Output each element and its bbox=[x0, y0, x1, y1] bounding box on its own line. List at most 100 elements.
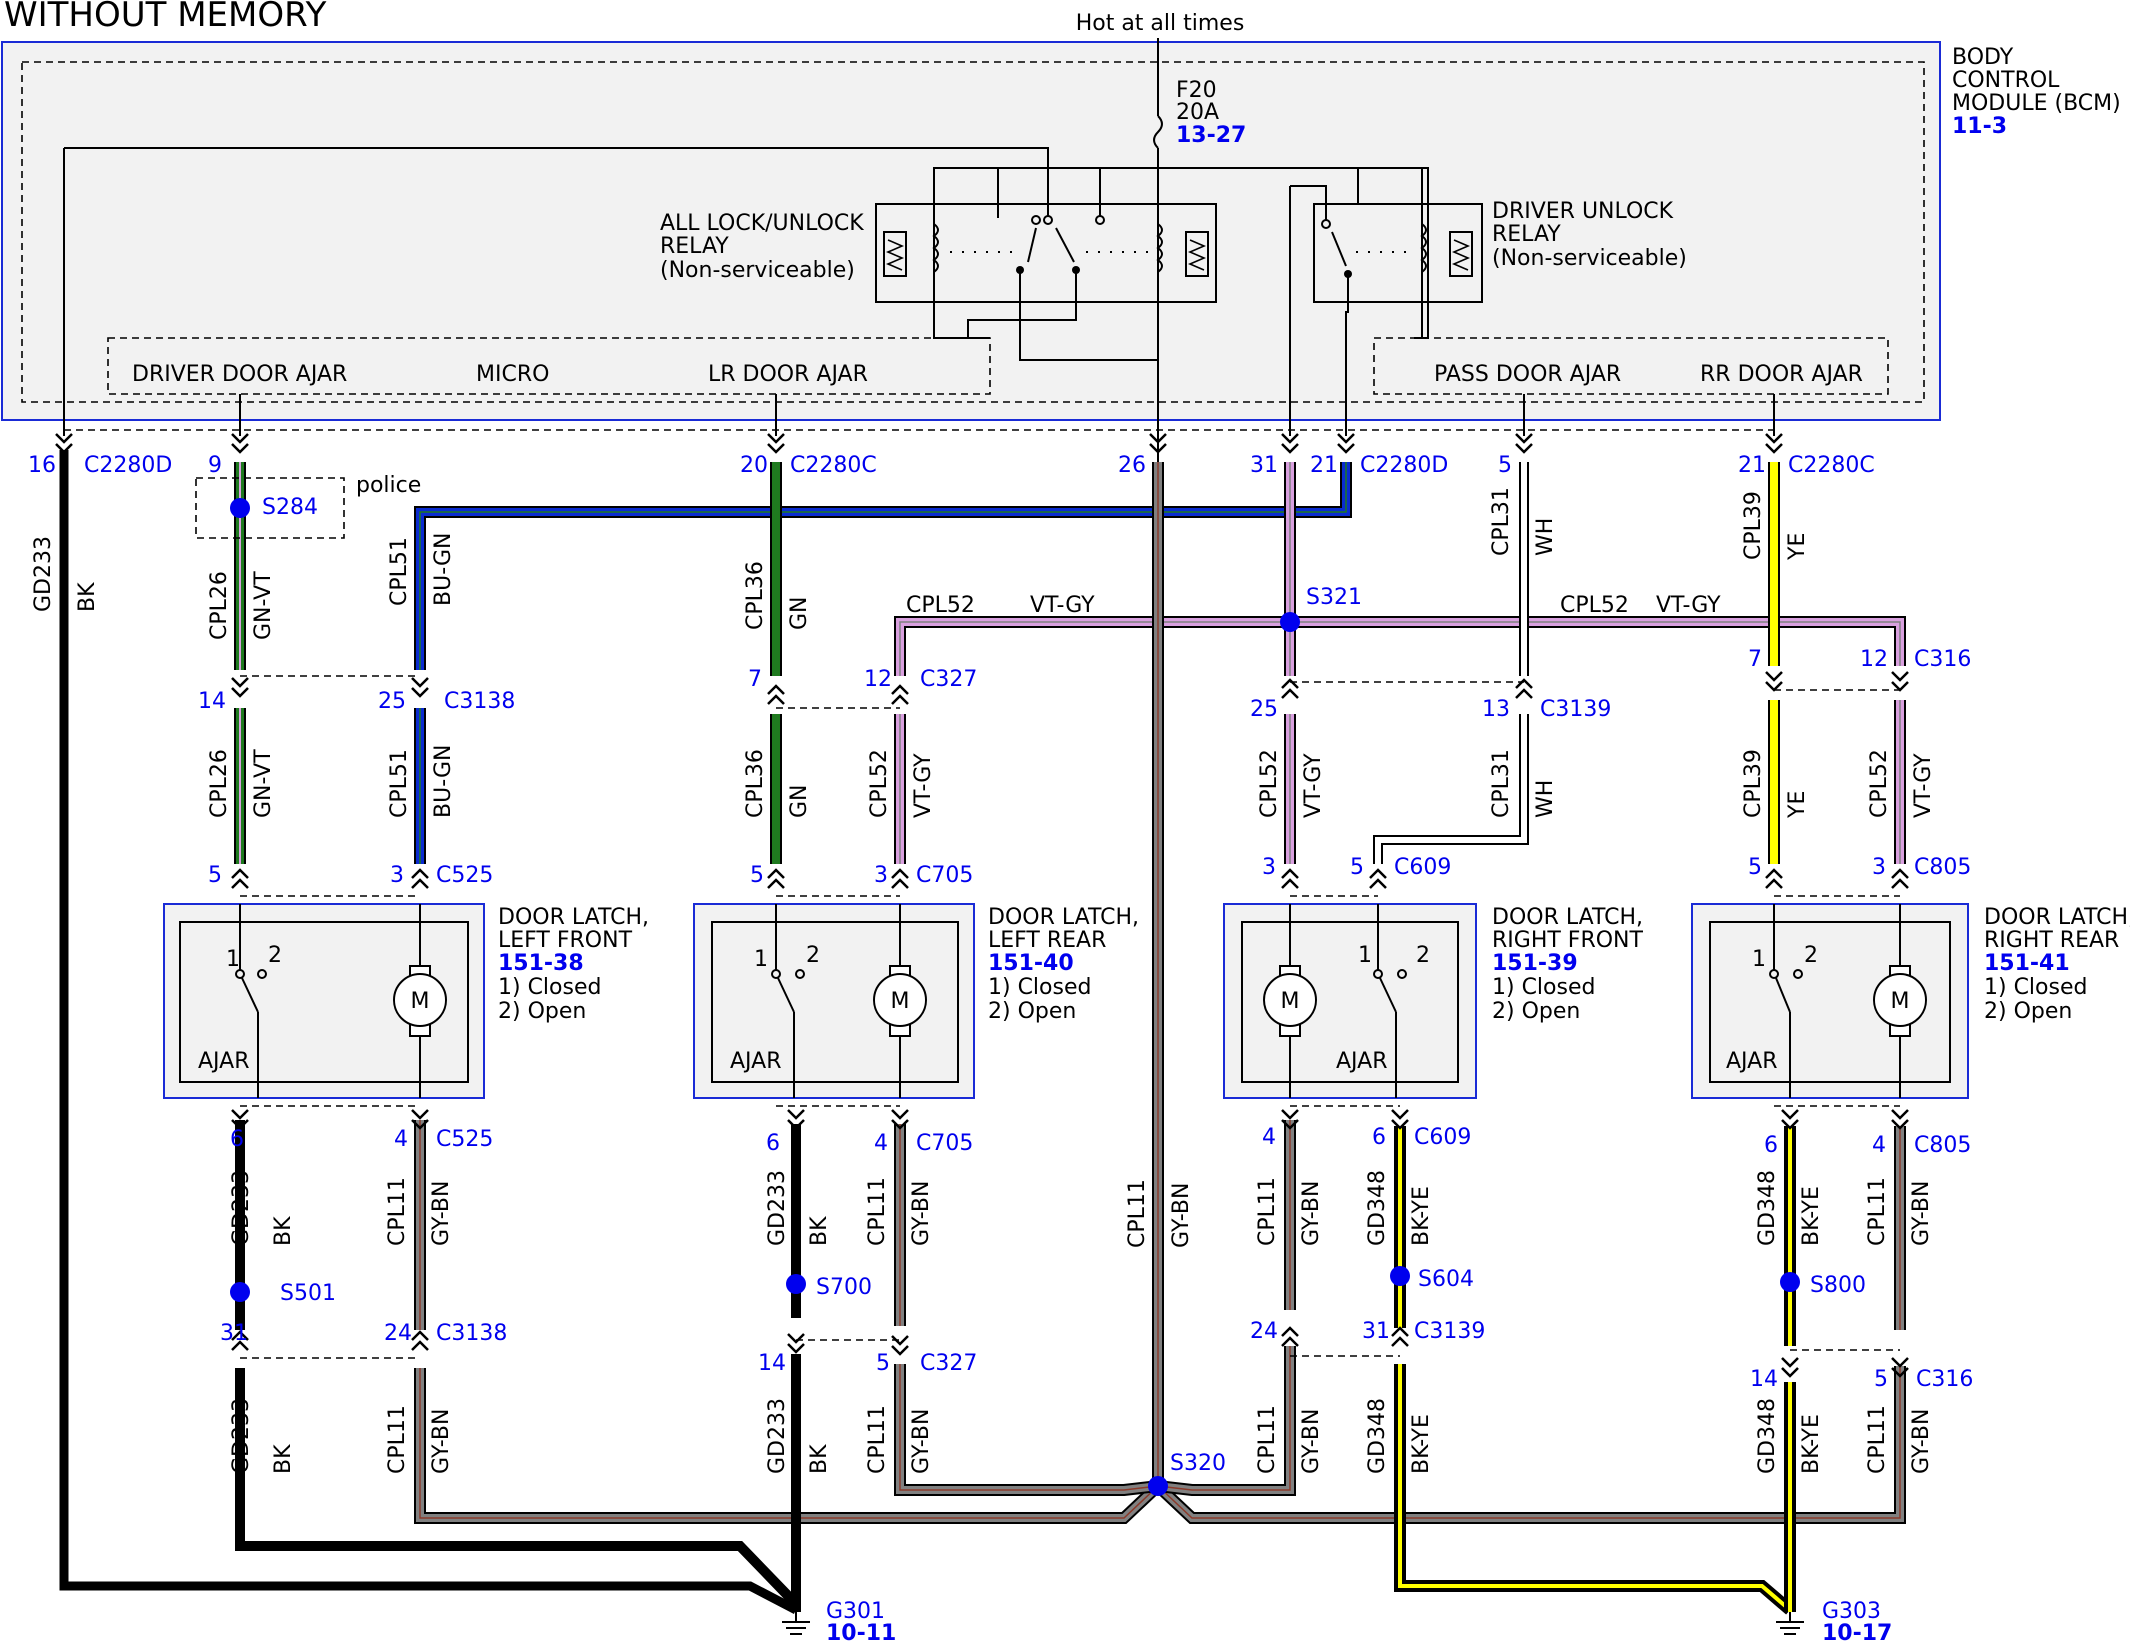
wire-label-vt-gy: VT-GY bbox=[1030, 593, 1095, 618]
svg-text:GY-BN: GY-BN bbox=[909, 1409, 934, 1474]
svg-text:CPL51: CPL51 bbox=[387, 537, 412, 606]
svg-text:BU-GN: BU-GN bbox=[431, 533, 456, 606]
pin-14: 14 bbox=[1750, 1367, 1778, 1392]
pin-13: 13 bbox=[1482, 697, 1510, 722]
wire-bk bbox=[235, 1120, 801, 1612]
connector-c805: C805 bbox=[1914, 855, 1971, 880]
latch-lf-label-2: LEFT FRONT bbox=[498, 928, 633, 953]
pin-4: 4 bbox=[1872, 1133, 1886, 1158]
svg-text:M: M bbox=[411, 989, 430, 1014]
pin-4: 4 bbox=[874, 1131, 888, 1156]
motor-icon: M bbox=[393, 973, 447, 1027]
svg-text:1: 1 bbox=[754, 947, 768, 972]
svg-text:AJAR: AJAR bbox=[198, 1049, 250, 1074]
connector-c705: C705 bbox=[916, 863, 973, 888]
svg-text:M: M bbox=[891, 989, 910, 1014]
svg-text:CPL11: CPL11 bbox=[1865, 1405, 1890, 1474]
pin-26: 26 bbox=[1118, 453, 1146, 478]
splice-s800 bbox=[1780, 1272, 1800, 1292]
svg-text:CPL52: CPL52 bbox=[1867, 749, 1892, 818]
pin-12: 12 bbox=[864, 667, 892, 692]
pin-6: 6 bbox=[1764, 1133, 1778, 1158]
pin-31: 31 bbox=[1250, 453, 1278, 478]
svg-text:AJAR: AJAR bbox=[1336, 1049, 1388, 1074]
pin-6: 6 bbox=[1372, 1125, 1386, 1150]
pin-3: 3 bbox=[1872, 855, 1886, 880]
latch-rf-ref-link[interactable]: 151-39 bbox=[1492, 951, 1578, 976]
connector-c327-lower: C327 bbox=[920, 1351, 977, 1376]
pin-31: 31 bbox=[1362, 1319, 1390, 1344]
svg-text:YE: YE bbox=[1785, 533, 1810, 561]
police-label: police bbox=[356, 473, 421, 498]
svg-text:GD348: GD348 bbox=[1365, 1170, 1390, 1246]
latch-lf-ref-link[interactable]: 151-38 bbox=[498, 951, 584, 976]
svg-text:BK-YE: BK-YE bbox=[1409, 1414, 1434, 1474]
pin-5: 5 bbox=[1748, 855, 1762, 880]
latch-rf-label-2: RIGHT FRONT bbox=[1492, 928, 1644, 953]
svg-text:CPL52: CPL52 bbox=[1257, 749, 1282, 818]
ground-icon bbox=[1776, 1612, 1804, 1635]
svg-text:CPL11: CPL11 bbox=[865, 1177, 890, 1246]
connector-c525: C525 bbox=[436, 863, 493, 888]
svg-text:GY-BN: GY-BN bbox=[429, 1181, 454, 1246]
svg-text:VT-GY: VT-GY bbox=[911, 753, 936, 818]
connector-c805-lower: C805 bbox=[1914, 1133, 1971, 1158]
fuse-ref-link[interactable]: 13-27 bbox=[1176, 123, 1246, 148]
splice-s501-label: S501 bbox=[280, 1281, 336, 1306]
pin-24: 24 bbox=[384, 1321, 412, 1346]
svg-text:YE: YE bbox=[1785, 791, 1810, 819]
latch-lr-label-2: LEFT REAR bbox=[988, 928, 1106, 953]
ground-g301-ref-link[interactable]: 10-11 bbox=[826, 1621, 896, 1642]
pin-3: 3 bbox=[390, 863, 404, 888]
splice-s700 bbox=[786, 1274, 806, 1294]
svg-text:GD233: GD233 bbox=[31, 536, 56, 612]
wiring-diagram: WITHOUT MEMORY Hot at all times BODY CON… bbox=[1, 0, 2130, 1642]
connector-c3138: C3138 bbox=[444, 689, 515, 714]
bcm-label-2: CONTROL bbox=[1952, 68, 2060, 93]
ground-g303-ref-link[interactable]: 10-17 bbox=[1822, 1621, 1892, 1642]
pin-5: 5 bbox=[1498, 453, 1512, 478]
latch-rr-ref-link[interactable]: 151-41 bbox=[1984, 951, 2070, 976]
svg-text:GY-BN: GY-BN bbox=[909, 1181, 934, 1246]
svg-text:M: M bbox=[1891, 989, 1910, 1014]
latch-lf-label-1: DOOR LATCH, bbox=[498, 905, 649, 930]
svg-text:CPL11: CPL11 bbox=[865, 1405, 890, 1474]
svg-text:VT-GY: VT-GY bbox=[1301, 753, 1326, 818]
splice-s501 bbox=[230, 1282, 250, 1302]
connector-c609: C609 bbox=[1394, 855, 1451, 880]
door-latch-right-front: 1 2 AJAR bbox=[1223, 903, 1477, 1099]
pin-31: 31 bbox=[220, 1321, 248, 1346]
micro-lr-door-ajar: LR DOOR AJAR bbox=[708, 362, 868, 387]
pin-24: 24 bbox=[1250, 1319, 1278, 1344]
svg-text:CPL26: CPL26 bbox=[207, 749, 232, 818]
svg-text:GD233: GD233 bbox=[765, 1398, 790, 1474]
svg-text:2: 2 bbox=[1416, 943, 1430, 968]
bcm-label-1: BODY bbox=[1952, 45, 2014, 70]
svg-text:GN: GN bbox=[787, 596, 812, 630]
motor-icon: M bbox=[1263, 973, 1317, 1027]
latch-rr-label-2: RIGHT REAR bbox=[1984, 928, 2119, 953]
latch-lr-ref-link[interactable]: 151-40 bbox=[988, 951, 1074, 976]
ground-icon bbox=[782, 1612, 810, 1635]
pin-25: 25 bbox=[1250, 697, 1278, 722]
pin-21-right: 21 bbox=[1738, 453, 1766, 478]
bcm-ref-link[interactable]: 11-3 bbox=[1952, 114, 2007, 139]
driver-unlock-relay-label-1: DRIVER UNLOCK bbox=[1492, 199, 1674, 224]
connector-c316-lower: C316 bbox=[1916, 1367, 1973, 1392]
pin-14: 14 bbox=[758, 1351, 786, 1376]
latch-rr-open: 2) Open bbox=[1984, 999, 2072, 1024]
splice-s800-label: S800 bbox=[1810, 1273, 1866, 1298]
svg-text:GY-BN: GY-BN bbox=[1299, 1181, 1324, 1246]
svg-text:1: 1 bbox=[1358, 943, 1372, 968]
svg-text:CPL11: CPL11 bbox=[1255, 1405, 1280, 1474]
svg-text:2: 2 bbox=[806, 943, 820, 968]
svg-text:GD233: GD233 bbox=[765, 1170, 790, 1246]
splice-s320-label: S320 bbox=[1170, 1451, 1226, 1476]
svg-text:BK-YE: BK-YE bbox=[1799, 1414, 1824, 1474]
motor-icon: M bbox=[1873, 973, 1927, 1027]
fuse-rating: 20A bbox=[1176, 100, 1219, 125]
pin-12: 12 bbox=[1860, 647, 1888, 672]
svg-text:2: 2 bbox=[268, 943, 282, 968]
connector-c2280d-right: C2280D bbox=[1360, 453, 1448, 478]
latch-lf-open: 2) Open bbox=[498, 999, 586, 1024]
